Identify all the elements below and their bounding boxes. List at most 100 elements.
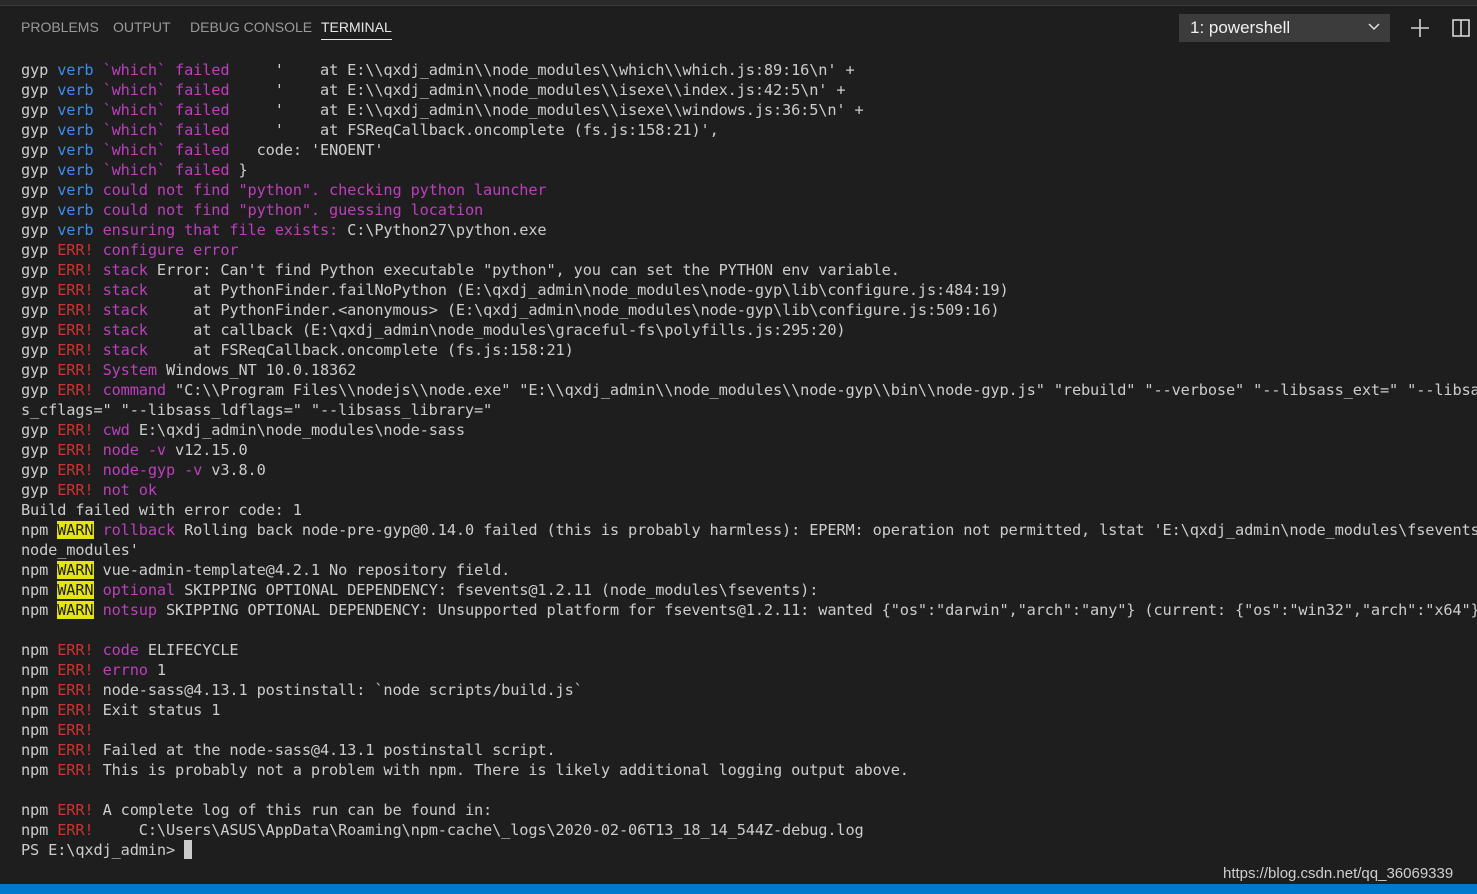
text-token: npm <box>21 601 58 619</box>
verb-token: verb <box>57 61 103 79</box>
vscode-panel: PROBLEMS OUTPUT DEBUG CONSOLE TERMINAL 1… <box>0 0 1477 894</box>
keyword-token: rollback <box>102 521 185 539</box>
text-token: Error: Can't find Python executable "pyt… <box>156 261 900 279</box>
text-token: gyp <box>21 161 58 179</box>
text-token: gyp <box>21 101 58 119</box>
tab-terminal[interactable]: TERMINAL <box>321 19 392 40</box>
text-token: gyp <box>21 121 58 139</box>
text-token: npm <box>21 721 58 739</box>
terminal-line: npm ERR! errno 1 <box>21 660 1477 680</box>
keyword-token: `which` failed <box>102 81 239 99</box>
tab-output[interactable]: OUTPUT <box>113 19 171 41</box>
tab-debug-console[interactable]: DEBUG CONSOLE <box>190 19 312 41</box>
text-token: } <box>238 161 248 179</box>
keyword-token: `which` failed <box>102 141 239 159</box>
terminal-select[interactable]: 1: powershell <box>1179 14 1390 42</box>
keyword-token: stack <box>102 261 157 279</box>
text-token: npm <box>21 741 58 759</box>
text-token: 1 <box>156 661 166 679</box>
keyword-token: command <box>102 381 176 399</box>
keyword-token: stack <box>102 341 157 359</box>
err-token: ERR! <box>57 761 103 779</box>
terminal-line: gyp verb `which` failed } <box>21 160 1477 180</box>
text-token: npm <box>21 761 58 779</box>
terminal-line: npm WARN rollback Rolling back node-pre-… <box>21 520 1477 540</box>
text-token: gyp <box>21 81 58 99</box>
text-token: code: 'ENOENT' <box>238 141 384 159</box>
text-token: npm <box>21 641 58 659</box>
terminal-line: npm WARN notsup SKIPPING OPTIONAL DEPEND… <box>21 600 1477 620</box>
err-token: ERR! <box>57 801 103 819</box>
keyword-token: errno <box>102 661 157 679</box>
text-token: gyp <box>21 281 58 299</box>
terminal-output[interactable]: gyp verb `which` failed ' at E:\\qxdj_ad… <box>21 60 1477 870</box>
terminal-line: Build failed with error code: 1 <box>21 500 1477 520</box>
text-token: gyp <box>21 201 58 219</box>
text-token: gyp <box>21 481 58 499</box>
warn-badge: WARN <box>57 561 94 579</box>
text-token: s_cflags=" "--libsass_ldflags=" "--libsa… <box>21 401 493 419</box>
terminal-line: gyp verb could not find "python". guessi… <box>21 200 1477 220</box>
keyword-token: ensuring that file exists: <box>102 221 348 239</box>
keyword-token: stack <box>102 321 157 339</box>
tab-problems[interactable]: PROBLEMS <box>21 19 99 41</box>
text-token: gyp <box>21 301 58 319</box>
warn-badge: WARN <box>57 581 94 599</box>
verb-token: verb <box>57 181 103 199</box>
terminal-line: gyp verb `which` failed ' at E:\\qxdj_ad… <box>21 60 1477 80</box>
text-token: Build failed with error code: 1 <box>21 501 302 519</box>
err-token: ERR! <box>57 821 103 839</box>
verb-token: verb <box>57 81 103 99</box>
terminal-line: gyp ERR! stack at callback (E:\qxdj_admi… <box>21 320 1477 340</box>
err-token: ERR! <box>57 681 103 699</box>
text-token: Exit status 1 <box>102 701 221 719</box>
warn-badge: WARN <box>57 601 94 619</box>
text-token: gyp <box>21 341 58 359</box>
terminal-line: gyp verb `which` failed code: 'ENOENT' <box>21 140 1477 160</box>
terminal-line: gyp ERR! node -v v12.15.0 <box>21 440 1477 460</box>
text-token: gyp <box>21 181 58 199</box>
keyword-token: node-gyp -v <box>102 461 212 479</box>
text-token: node_modules' <box>21 541 139 559</box>
text-token: gyp <box>21 141 58 159</box>
terminal-line: node_modules' <box>21 540 1477 560</box>
text-token: Rolling back node-pre-gyp@0.14.0 failed … <box>184 521 1477 539</box>
keyword-token: code <box>102 641 148 659</box>
text-token: "C:\\Program Files\\nodejs\\node.exe" "E… <box>175 381 1477 399</box>
terminal-line: gyp ERR! System Windows_NT 10.0.18362 <box>21 360 1477 380</box>
text-token: npm <box>21 701 58 719</box>
keyword-token: configure error <box>102 241 239 259</box>
warn-badge: WARN <box>57 521 94 539</box>
err-token: ERR! <box>57 261 103 279</box>
text-token: gyp <box>21 381 58 399</box>
text-token: Windows_NT 10.0.18362 <box>165 361 357 379</box>
terminal-line: gyp verb `which` failed ' at E:\\qxdj_ad… <box>21 80 1477 100</box>
err-token: ERR! <box>57 341 103 359</box>
terminal-prompt-line[interactable]: PS E:\qxdj_admin> <box>21 840 1477 860</box>
split-icon[interactable] <box>1449 16 1473 40</box>
keyword-token: `which` failed <box>102 101 239 119</box>
text-token: vue-admin-template@4.2.1 No repository f… <box>93 561 511 579</box>
verb-token: verb <box>57 161 103 179</box>
terminal-line: gyp ERR! stack at FSReqCallback.oncomple… <box>21 340 1477 360</box>
text-token: npm <box>21 821 58 839</box>
plus-icon[interactable] <box>1408 16 1432 40</box>
watermark: https://blog.csdn.net/qq_36069339 <box>1223 865 1454 882</box>
keyword-token: stack <box>102 301 157 319</box>
err-token: ERR! <box>57 701 103 719</box>
text-token: gyp <box>21 361 58 379</box>
err-token: ERR! <box>57 281 103 299</box>
terminal-line: gyp ERR! command "C:\\Program Files\\nod… <box>21 380 1477 400</box>
text-token: at FSReqCallback.oncomplete (fs.js:158:2… <box>156 341 574 359</box>
terminal-line: npm ERR! Exit status 1 <box>21 700 1477 720</box>
terminal-line: npm ERR! node-sass@4.13.1 postinstall: `… <box>21 680 1477 700</box>
text-token: Failed at the node-sass@4.13.1 postinsta… <box>102 741 556 759</box>
keyword-token: optional <box>102 581 185 599</box>
text-token: npm <box>21 581 58 599</box>
err-token: ERR! <box>57 381 103 399</box>
keyword-token: cwd <box>102 421 139 439</box>
terminal-line: npm ERR! This is probably not a problem … <box>21 760 1477 780</box>
